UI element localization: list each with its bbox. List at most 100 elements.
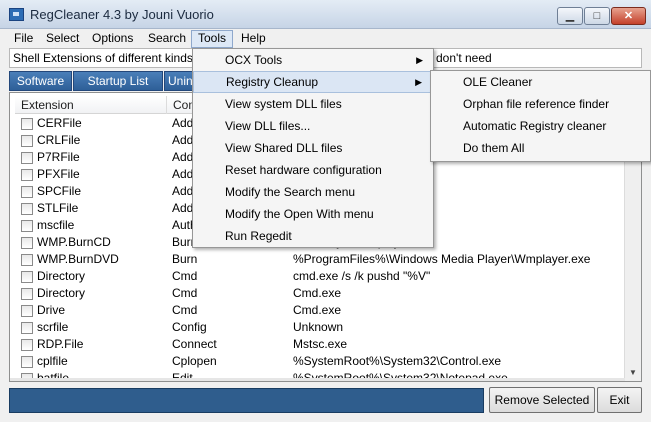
title-bar[interactable]: RegCleaner 4.3 by Jouni Vuorio ▁ □ ✕	[0, 0, 651, 29]
table-row[interactable]: Drive Cmd Cmd.exe	[15, 302, 625, 319]
table-row[interactable]: Directory Cmd Cmd.exe	[15, 285, 625, 302]
menu-item-orphan-file-reference-finder[interactable]: Orphan file reference finder	[431, 93, 650, 115]
close-button[interactable]: ✕	[611, 7, 646, 25]
row-checkbox[interactable]	[21, 135, 33, 147]
remove-selected-button[interactable]: Remove Selected	[489, 387, 595, 413]
table-row[interactable]: Directory Cmd cmd.exe /s /k pushd "%V"	[15, 268, 625, 285]
cell-extension: Directory	[37, 269, 86, 283]
app-icon[interactable]	[9, 8, 24, 21]
cell-extension: Directory	[37, 286, 86, 300]
cell-path: cmd.exe /s /k pushd "%V"	[293, 269, 431, 283]
row-checkbox[interactable]	[21, 305, 33, 317]
row-checkbox[interactable]	[21, 118, 33, 130]
tab-software[interactable]: Software	[9, 71, 72, 91]
row-checkbox[interactable]	[21, 237, 33, 249]
cell-command: Add	[172, 167, 194, 181]
menu-select[interactable]: Select	[40, 30, 85, 48]
progress-bar	[9, 388, 484, 413]
cell-extension: PFXFile	[37, 167, 80, 181]
table-row[interactable]: scrfile Config Unknown	[15, 319, 625, 336]
menu-item-do-them-all[interactable]: Do them All	[431, 137, 650, 159]
table-row[interactable]: cplfile Cplopen %SystemRoot%\System32\Cont…	[15, 353, 625, 370]
menu-item-view-dll-files[interactable]: View DLL files...	[193, 115, 433, 137]
menu-bar: File Select Options Search Tools Help	[0, 29, 651, 48]
menu-item-label: Modify the Open With menu	[225, 207, 374, 221]
menu-item-label: View DLL files...	[225, 119, 311, 133]
horizontal-scrollbar[interactable]	[10, 378, 625, 381]
row-checkbox[interactable]	[21, 322, 33, 334]
row-checkbox[interactable]	[21, 186, 33, 198]
cell-extension: P7RFile	[37, 150, 80, 164]
row-checkbox[interactable]	[21, 339, 33, 351]
description-tail: don't need	[436, 51, 492, 65]
menu-item-label: View Shared DLL files	[225, 141, 343, 155]
menu-item-label: View system DLL files	[225, 97, 342, 111]
menu-item-automatic-registry-cleaner[interactable]: Automatic Registry cleaner	[431, 115, 650, 137]
cell-extension: STLFile	[37, 201, 79, 215]
cell-extension: cplfile	[37, 354, 68, 368]
row-checkbox[interactable]	[21, 152, 33, 164]
menu-search[interactable]: Search	[142, 30, 192, 48]
menu-item-label: Registry Cleanup	[226, 75, 319, 89]
row-checkbox[interactable]	[21, 271, 33, 283]
cell-path: %SystemRoot%\System32\Control.exe	[293, 354, 502, 368]
cell-extension: RDP.File	[37, 337, 84, 351]
column-extension[interactable]: Extension	[15, 96, 167, 114]
cell-command: Add	[172, 133, 194, 147]
tab-startup-list[interactable]: Startup List	[73, 71, 163, 91]
table-row[interactable]: RDP.File Connect Mstsc.exe	[15, 336, 625, 353]
menu-item-ocx-tools[interactable]: OCX Tools ▶	[193, 49, 433, 71]
menu-item-label: Do them All	[463, 141, 525, 155]
description-head: Shell Extensions of different kinds of f	[13, 51, 213, 65]
menu-item-label: Modify the Search menu	[225, 185, 356, 199]
menu-item-label: OCX Tools	[225, 53, 283, 67]
cell-command: Cmd	[172, 286, 198, 300]
menu-tools[interactable]: Tools	[191, 30, 234, 48]
cell-command: Cmd	[172, 303, 198, 317]
cell-extension: CRLFile	[37, 133, 81, 147]
menu-file[interactable]: File	[8, 30, 39, 48]
row-checkbox[interactable]	[21, 169, 33, 181]
cell-extension: WMP.BurnCD	[37, 235, 111, 249]
menu-item-ole-cleaner[interactable]: OLE Cleaner	[431, 71, 650, 93]
cell-path: %ProgramFiles%\Windows Media Player\Wmpl…	[293, 252, 591, 266]
cell-extension: Drive	[37, 303, 66, 317]
cell-path: Mstsc.exe	[293, 337, 348, 351]
row-checkbox[interactable]	[21, 254, 33, 266]
menu-item-run-regedit[interactable]: Run Regedit	[193, 225, 433, 247]
cell-command: Config	[172, 320, 207, 334]
menu-item-view-system-dll-files[interactable]: View system DLL files	[193, 93, 433, 115]
menu-item-label: Reset hardware configuration	[225, 163, 382, 177]
menu-item-modify-the-search-menu[interactable]: Modify the Search menu	[193, 181, 433, 203]
menu-item-modify-the-open-with-menu[interactable]: Modify the Open With menu	[193, 203, 433, 225]
row-checkbox[interactable]	[21, 203, 33, 215]
row-checkbox[interactable]	[21, 288, 33, 300]
menu-item-reset-hardware-configuration[interactable]: Reset hardware configuration	[193, 159, 433, 181]
exit-button[interactable]: Exit	[597, 387, 642, 413]
menu-item-registry-cleanup[interactable]: Registry Cleanup ▶	[193, 71, 433, 93]
scroll-down-arrow-icon[interactable]: ▼	[625, 365, 641, 381]
table-row[interactable]: WMP.BurnDVD Burn %ProgramFiles%\Windows Me…	[15, 251, 625, 268]
cell-command: Add	[172, 201, 194, 215]
registry-cleanup-submenu: OLE Cleaner Orphan file reference finder A…	[430, 70, 651, 162]
cell-extension: SPCFile	[37, 184, 82, 198]
menu-item-label: Orphan file reference finder	[463, 97, 610, 111]
cell-extension: CERFile	[37, 116, 82, 130]
cell-path: Cmd.exe	[293, 286, 342, 300]
tools-dropdown-menu: OCX Tools ▶ Registry Cleanup ▶ View system D…	[192, 48, 434, 248]
menu-item-view-shared-dll-files[interactable]: View Shared DLL files	[193, 137, 433, 159]
window-title: RegCleaner 4.3 by Jouni Vuorio	[30, 7, 214, 22]
maximize-button[interactable]: □	[584, 7, 610, 25]
menu-options[interactable]: Options	[86, 30, 139, 48]
cell-extension: WMP.BurnDVD	[37, 252, 119, 266]
row-checkbox[interactable]	[21, 356, 33, 368]
submenu-arrow-icon: ▶	[416, 55, 423, 65]
menu-help[interactable]: Help	[235, 30, 272, 48]
cell-command: Cplopen	[172, 354, 217, 368]
cell-path: Unknown	[293, 320, 344, 334]
cell-command: Add	[172, 116, 194, 130]
cell-extension: mscfile	[37, 218, 75, 232]
minimize-button[interactable]: ▁	[557, 7, 583, 25]
cell-path: Cmd.exe	[293, 303, 342, 317]
row-checkbox[interactable]	[21, 220, 33, 232]
